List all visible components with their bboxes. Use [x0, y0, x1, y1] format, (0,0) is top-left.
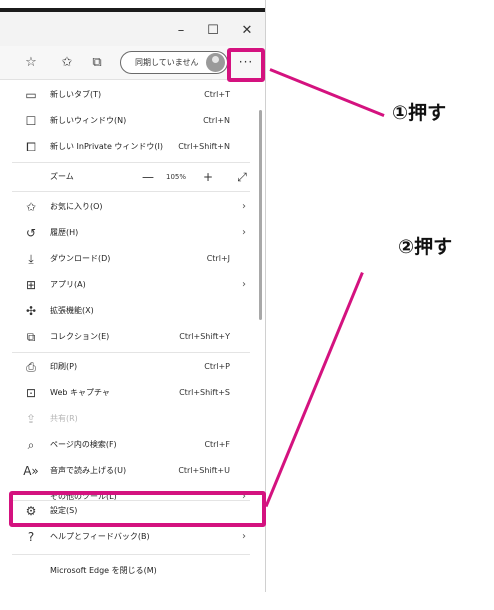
read-aloud-icon: A»	[23, 464, 39, 478]
favorites-icon: ✩	[25, 200, 37, 214]
menu-item-label: 新しいタブ(T)	[50, 90, 102, 99]
new-window-icon: ☐	[25, 114, 37, 128]
fullscreen-icon[interactable]: ⤢	[232, 164, 252, 190]
collections-icon: ⧉	[26, 330, 36, 344]
title-bar: – ☐ ✕	[0, 8, 265, 46]
menu-item-new-tab[interactable]: ▭ 新しいタブ(T) Ctrl+T	[0, 82, 262, 108]
menu-item-favorites[interactable]: ✩ お気に入り(O) ›	[0, 194, 262, 220]
chevron-right-icon: ›	[242, 201, 246, 212]
chevron-right-icon: ›	[242, 227, 246, 238]
step1-label: ①押す	[392, 102, 447, 124]
menu-item-label: 拡張機能(X)	[50, 306, 94, 315]
step2-label: ②押す	[398, 236, 453, 258]
menu-item-shortcut: Ctrl+Shift+S	[179, 388, 230, 397]
new-tab-icon: ▭	[25, 88, 37, 102]
menu-item-new-window[interactable]: ☐ 新しいウィンドウ(N) Ctrl+N	[0, 108, 262, 134]
menu-item-label: 新しいウィンドウ(N)	[50, 116, 127, 125]
menu-item-label: お気に入り(O)	[50, 202, 103, 211]
collections-icon[interactable]: ⧉	[86, 52, 108, 74]
menu-item-shortcut: Ctrl+J	[206, 254, 230, 263]
menu-item-label: 共有(R)	[50, 414, 78, 423]
menu-item-label: ヘルプとフィードバック(B)	[50, 532, 150, 541]
zoom-in-button[interactable]: +	[198, 164, 218, 190]
zoom-level: 105%	[166, 173, 187, 181]
callout-line-1	[269, 68, 385, 117]
menu-item-help[interactable]: ? ヘルプとフィードバック(B) ›	[0, 524, 262, 550]
menu-item-close-edge[interactable]: Microsoft Edge を閉じる(M)	[0, 558, 262, 584]
print-icon: ⎙	[26, 360, 36, 374]
menu-item-apps[interactable]: ⊞ アプリ(A) ›	[0, 272, 262, 298]
menu-item-shortcut: Ctrl+T	[204, 90, 230, 99]
chevron-right-icon: ›	[242, 279, 246, 290]
menu-item-shortcut: Ctrl+N	[203, 116, 230, 125]
highlight-more-button	[227, 48, 265, 82]
menu-item-shortcut: Ctrl+Shift+U	[178, 466, 230, 475]
menu-item-downloads[interactable]: ⤓ ダウンロード(D) Ctrl+J	[0, 246, 262, 272]
menu-item-label: 新しい InPrivate ウィンドウ(I)	[50, 142, 164, 151]
menu-item-label: ページ内の検索(F)	[50, 440, 117, 449]
chevron-right-icon: ›	[242, 531, 246, 542]
menu-divider	[12, 162, 250, 163]
maximize-button[interactable]: ☐	[198, 20, 228, 42]
menu-item-shortcut: Ctrl+Shift+Y	[179, 332, 230, 341]
favorites-list-icon[interactable]: ✩	[56, 52, 78, 74]
callout-line-2	[264, 272, 364, 508]
avatar	[206, 53, 225, 72]
menu-item-new-inprivate[interactable]: ⧠ 新しい InPrivate ウィンドウ(I) Ctrl+Shift+N	[0, 134, 262, 160]
zoom-out-button[interactable]: —	[138, 164, 158, 190]
menu-item-print[interactable]: ⎙ 印刷(P) Ctrl+P	[0, 354, 262, 380]
menu-item-history[interactable]: ↺ 履歴(H) ›	[0, 220, 262, 246]
menu-item-extensions[interactable]: ✣ 拡張機能(X)	[0, 298, 262, 324]
sync-profile-button[interactable]: 同期していません	[120, 51, 228, 74]
minimize-button[interactable]: –	[166, 20, 196, 42]
find-on-page-icon: ⌕	[27, 438, 35, 452]
menu-divider	[12, 352, 250, 353]
apps-icon: ⊞	[25, 278, 37, 292]
menu-item-shortcut: Ctrl+Shift+N	[178, 142, 230, 151]
menu-item-web-capture[interactable]: ⊡ Web キャプチャ Ctrl+Shift+S	[0, 380, 262, 406]
close-button[interactable]: ✕	[232, 20, 262, 42]
menu-item-label: Web キャプチャ	[50, 388, 110, 397]
menu-divider	[12, 191, 250, 192]
menu-item-read-aloud[interactable]: A» 音声で読み上げる(U) Ctrl+Shift+U	[0, 458, 262, 484]
menu-item-label: Microsoft Edge を閉じる(M)	[50, 566, 157, 575]
menu-item-zoom: ズーム — 105% + ⤢	[0, 164, 262, 190]
menu-item-label: 印刷(P)	[50, 362, 78, 371]
menu-item-label: 音声で読み上げる(U)	[50, 466, 127, 475]
scrollbar[interactable]	[259, 110, 262, 320]
menu-divider	[12, 554, 250, 555]
menu-item-label: 履歴(H)	[50, 228, 79, 237]
share-icon: ⇪	[25, 412, 37, 426]
download-icon: ⤓	[28, 252, 34, 266]
menu-item-label: ダウンロード(D)	[50, 254, 111, 263]
menu-item-collections[interactable]: ⧉ コレクション(E) Ctrl+Shift+Y	[0, 324, 262, 350]
inprivate-window-icon: ⧠	[26, 140, 36, 154]
menu-item-label: コレクション(E)	[50, 332, 110, 341]
menu-item-find[interactable]: ⌕ ページ内の検索(F) Ctrl+F	[0, 432, 262, 458]
menu-item-label: ズーム	[50, 172, 74, 181]
sync-status-label: 同期していません	[135, 58, 199, 67]
help-icon: ?	[27, 530, 35, 544]
menu-item-shortcut: Ctrl+F	[204, 440, 230, 449]
menu-item-shortcut: Ctrl+P	[204, 362, 230, 371]
star-icon[interactable]: ☆	[20, 52, 42, 74]
menu-item-share: ⇪ 共有(R)	[0, 406, 262, 432]
web-capture-icon: ⊡	[25, 386, 37, 400]
history-icon: ↺	[25, 226, 37, 240]
highlight-settings-item	[9, 491, 266, 527]
extensions-icon: ✣	[25, 304, 37, 318]
menu-item-label: アプリ(A)	[50, 280, 86, 289]
